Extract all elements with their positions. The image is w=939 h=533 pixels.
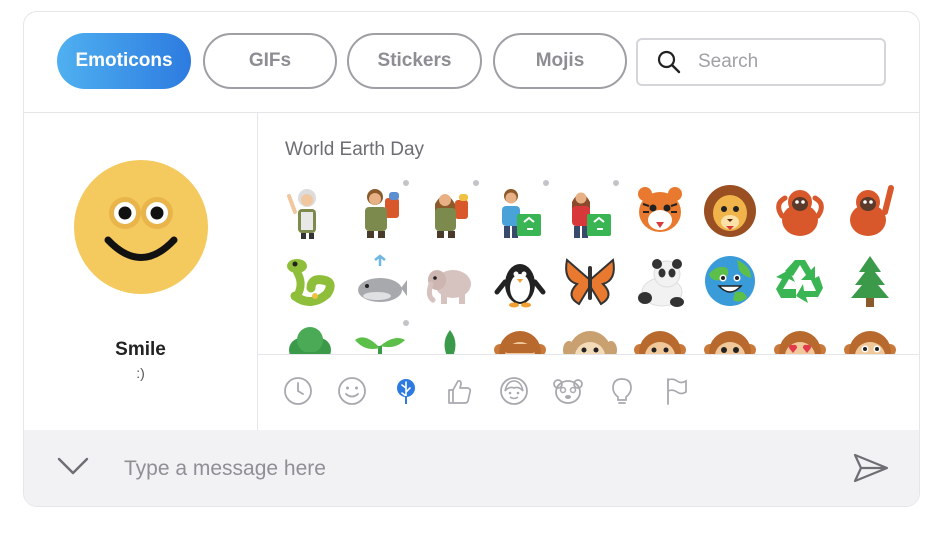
orangutan-emoticon[interactable] (771, 182, 829, 240)
tab-mojis[interactable]: Mojis (493, 33, 627, 89)
seedling-emoticon[interactable] (351, 320, 409, 354)
category-animals[interactable] (550, 373, 586, 409)
monkey-heart-eyes-emoticon[interactable] (771, 322, 829, 354)
lizard-emoticon[interactable] (281, 252, 339, 310)
category-gestures[interactable] (442, 373, 478, 409)
category-recent[interactable] (280, 373, 316, 409)
animal-icon (553, 379, 583, 404)
monkey-speak-no-evil-emoticon[interactable] (631, 322, 689, 354)
whale-emoticon[interactable] (351, 252, 409, 310)
monkey-emoticon[interactable] (701, 322, 759, 354)
penguin-emoticon[interactable] (491, 252, 549, 310)
smiley-icon (338, 377, 366, 405)
face-icon (500, 377, 528, 405)
monkey-hear-no-evil-emoticon[interactable] (561, 322, 619, 354)
category-flags[interactable] (658, 373, 694, 409)
thumbs-up-icon (448, 379, 472, 404)
category-smileys[interactable] (334, 373, 370, 409)
variant-indicator (473, 180, 479, 186)
lightbulb-icon (612, 378, 632, 404)
woman-volunteer-emoticon[interactable] (421, 180, 479, 240)
variant-indicator (403, 180, 409, 186)
tab-stickers[interactable]: Stickers (347, 33, 482, 89)
category-earth-day[interactable] (388, 373, 424, 409)
earth-day-leaf-icon (397, 379, 415, 405)
evergreen-tree-emoticon[interactable] (841, 252, 899, 310)
category-people[interactable] (496, 373, 532, 409)
man-recycling-emoticon[interactable] (491, 180, 549, 240)
recycle-emoticon[interactable] (771, 252, 829, 310)
woman-scientist-emoticon[interactable] (281, 182, 339, 240)
emoticon-picker-panel: Emoticons GIFs Stickers Mojis Smile :) W… (23, 11, 920, 507)
preview-name: Smile (115, 339, 166, 360)
chevron-down-icon[interactable] (56, 455, 90, 477)
tab-gifs[interactable]: GIFs (203, 33, 337, 89)
man-volunteer-emoticon[interactable] (351, 180, 409, 240)
category-objects[interactable] (604, 373, 640, 409)
search-icon (657, 50, 681, 74)
variant-indicator (613, 180, 619, 186)
earth-globe-emoticon[interactable] (701, 252, 759, 310)
woman-recycling-emoticon[interactable] (561, 180, 619, 240)
category-bar (258, 354, 919, 431)
flag-icon (667, 378, 687, 405)
emoticon-preview: Smile :) (24, 113, 258, 430)
message-input[interactable] (122, 450, 726, 488)
smile-preview-icon (74, 160, 208, 294)
variant-indicator (403, 320, 409, 326)
send-icon[interactable] (852, 452, 890, 484)
butterfly-emoticon[interactable] (561, 252, 619, 310)
search-input[interactable] (696, 50, 870, 74)
monkey-thinking-emoticon[interactable] (841, 322, 899, 354)
panda-emoticon[interactable] (631, 252, 689, 310)
variant-indicator (543, 180, 549, 186)
monkey-see-no-evil-emoticon[interactable] (491, 322, 549, 354)
picker-tabs: Emoticons GIFs Stickers Mojis (24, 12, 919, 113)
search-box[interactable] (636, 38, 886, 86)
tiger-emoticon[interactable] (631, 182, 689, 240)
elephant-emoticon[interactable] (421, 252, 479, 310)
message-composer (24, 430, 919, 506)
preview-shortcut: :) (136, 365, 145, 381)
plant-emoticon[interactable] (421, 322, 479, 354)
lion-emoticon[interactable] (701, 182, 759, 240)
section-title: World Earth Day (285, 139, 425, 160)
emoticon-grid: World Earth Day (258, 113, 919, 354)
tab-emoticons[interactable]: Emoticons (57, 33, 191, 89)
recent-clock-icon (284, 377, 312, 405)
orangutan-waving-emoticon[interactable] (841, 182, 899, 240)
bush-emoticon[interactable] (281, 322, 339, 354)
